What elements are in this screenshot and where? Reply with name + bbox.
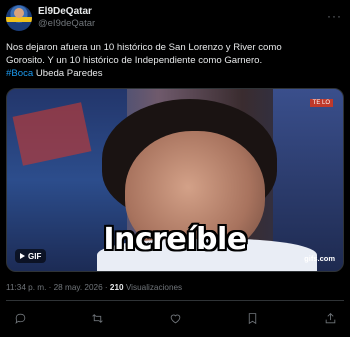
tweet-line-1: Nos dejaron afuera un 10 histórico de Sa…: [6, 42, 282, 53]
reply-button[interactable]: [12, 310, 28, 326]
tweet-meta: 11:34 p. m. · 28 may. 2026 · 210 Visuali…: [6, 283, 182, 292]
timestamp[interactable]: 11:34 p. m. · 28 may. 2026 ·: [6, 283, 110, 292]
tweet-line-3-rest: Ubeda Paredes: [33, 68, 103, 79]
action-bar: [6, 309, 344, 327]
divider: [6, 300, 344, 301]
like-icon: [170, 314, 180, 323]
tweet-line-2: Gorosito. Y un 10 histórico de Independi…: [6, 55, 263, 66]
gif-label: GIF: [28, 251, 42, 261]
author-names: El9DeQatar @eI9deQatar: [38, 6, 95, 30]
retweet-icon: [92, 313, 103, 323]
bookmark-icon: [248, 312, 257, 324]
gif-source: gifs.com: [304, 254, 335, 263]
tweet-line-3: #Boca Ubeda Paredes: [6, 67, 344, 80]
tweet-header: El9DeQatar @eI9deQatar ···: [6, 4, 344, 34]
gif-play-badge[interactable]: GIF: [15, 249, 47, 263]
avatar[interactable]: [6, 5, 32, 31]
display-name[interactable]: El9DeQatar: [38, 6, 95, 18]
more-options-icon[interactable]: ···: [327, 9, 342, 23]
retweet-button[interactable]: [90, 310, 106, 326]
views-count: 210: [109, 283, 124, 292]
share-button[interactable]: [322, 310, 338, 326]
play-icon: [20, 253, 25, 259]
share-icon: [325, 312, 335, 323]
tweet-text: Nos dejaron afuera un 10 histórico de Sa…: [6, 41, 344, 80]
tv-channel-logo: TE LO: [309, 99, 333, 107]
views-label: Visualizaciones: [123, 283, 183, 292]
like-button[interactable]: [167, 310, 183, 326]
gif-caption: Increíble: [103, 222, 247, 257]
avatar-face: [14, 8, 24, 18]
handle[interactable]: @eI9deQatar: [38, 18, 95, 30]
gif-media[interactable]: TE LO Increíble GIF gifs.com: [6, 88, 344, 272]
reply-icon: [14, 313, 25, 324]
bookmark-button[interactable]: [245, 310, 261, 326]
hashtag-link[interactable]: #Boca: [6, 68, 33, 79]
